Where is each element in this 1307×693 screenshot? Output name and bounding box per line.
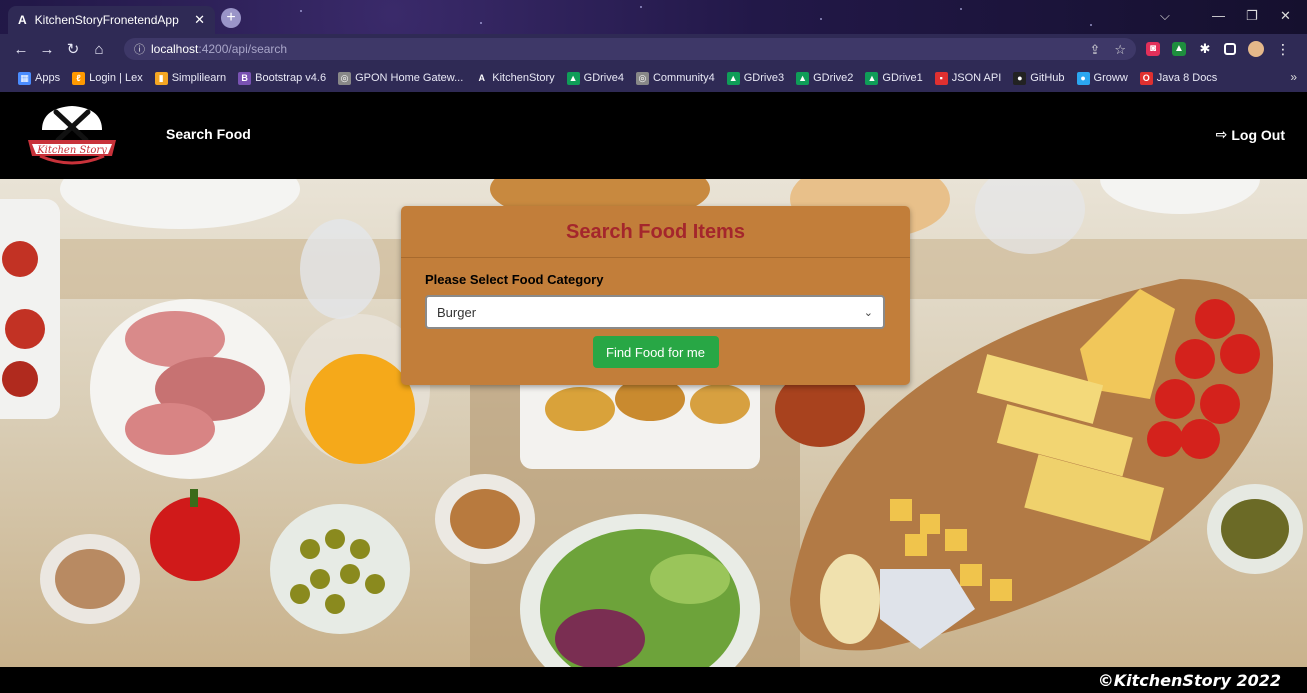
bookmark-label: KitchenStory: [492, 72, 555, 84]
bookmark-label: Groww: [1093, 72, 1128, 84]
app-footer: ©KitchenStory 2022: [0, 667, 1307, 693]
bookmark-item[interactable]: ▪ JSON API: [934, 71, 1002, 85]
bookmark-item[interactable]: ▲ GDrive1: [865, 71, 923, 85]
profile-avatar[interactable]: [1248, 41, 1264, 57]
star-decoration: [960, 8, 962, 10]
bootstrap-icon: B: [238, 71, 252, 85]
bookmark-item[interactable]: ● Groww: [1076, 71, 1128, 85]
github-icon: ●: [1013, 71, 1027, 85]
find-food-button[interactable]: Find Food for me: [592, 336, 719, 368]
star-decoration: [1090, 24, 1092, 26]
gdrive-icon: ▲: [796, 71, 810, 85]
globe-icon: ◎: [338, 71, 352, 85]
logout-label: Log Out: [1231, 126, 1285, 143]
bookmark-label: Simplilearn: [171, 72, 227, 84]
browser-toolbar: ← → ↻ ⌂ ⓘ localhost :4200/api/search ⇪ ☆…: [0, 34, 1307, 64]
browser-title-bar: A KitchenStoryFronetendApp ✕ + ⌵ — ❐ ✕: [0, 0, 1307, 34]
star-decoration: [300, 10, 302, 12]
bookmark-label: JSON API: [951, 72, 1002, 84]
bookmark-item[interactable]: ▮ Simplilearn: [154, 71, 227, 85]
gdrive-icon: ▲: [865, 71, 879, 85]
bookmark-label: GitHub: [1030, 72, 1065, 84]
tab-favicon-icon: A: [18, 13, 27, 27]
address-bar[interactable]: ⓘ localhost :4200/api/search ⇪ ☆: [124, 38, 1136, 60]
bookmark-item[interactable]: B Bootstrap v4.6: [238, 71, 327, 85]
kitchenstory-icon: A: [475, 71, 489, 85]
bookmark-item[interactable]: ▦ Apps: [18, 71, 61, 85]
browser-tab[interactable]: A KitchenStoryFronetendApp ✕: [8, 6, 215, 34]
nav-search-food-link[interactable]: Search Food: [166, 126, 251, 142]
bookmark-label: GDrive2: [813, 72, 854, 84]
tab-title: KitchenStoryFronetendApp: [34, 13, 179, 27]
bookmark-label: Apps: [35, 72, 61, 84]
bookmark-label: Bootstrap v4.6: [255, 72, 327, 84]
bookmark-label: GDrive1: [882, 72, 923, 84]
forward-icon[interactable]: →: [34, 41, 60, 58]
card-body: Please Select Food Category Burger ⌄ Fin…: [401, 258, 910, 368]
pocket-extension-icon[interactable]: ◙: [1146, 42, 1160, 56]
json-api-icon: ▪: [934, 71, 948, 85]
logout-icon: ⇨: [1215, 126, 1228, 142]
menu-kebab-icon[interactable]: ⋮: [1276, 42, 1290, 56]
home-icon[interactable]: ⌂: [86, 41, 112, 58]
close-window-icon[interactable]: ✕: [1280, 8, 1291, 24]
bookmark-item[interactable]: ◎ GPON Home Gatew...: [338, 71, 464, 85]
bookmark-item[interactable]: ▲ GDrive4: [566, 71, 624, 85]
apps-grid-icon: ▦: [18, 71, 31, 85]
groww-icon: ●: [1076, 71, 1090, 85]
search-food-card: Search Food Items Please Select Food Cat…: [401, 206, 910, 385]
oracle-icon: O: [1139, 71, 1153, 85]
extensions-puzzle-icon[interactable]: ✱: [1198, 42, 1212, 56]
selected-category: Burger: [437, 304, 477, 320]
chevron-down-icon: ⌄: [863, 306, 873, 319]
logout-link[interactable]: ⇨ Log Out: [1216, 126, 1285, 143]
gdrive-extension-icon[interactable]: ▲: [1172, 42, 1186, 56]
side-panel-icon[interactable]: [1224, 43, 1236, 55]
new-tab-icon[interactable]: +: [221, 8, 241, 28]
bookmark-label: Java 8 Docs: [1156, 72, 1218, 84]
minimize-icon[interactable]: —: [1212, 8, 1225, 23]
bookmarks-bar: ▦ Apps ℓ Login | Lex ▮ Simplilearn B Bootstrap …: [0, 64, 1307, 92]
reload-icon[interactable]: ↻: [60, 40, 86, 58]
app-header: Kitchen Story Search Food ⇨ Log Out: [0, 92, 1307, 179]
share-icon[interactable]: ⇪: [1089, 42, 1100, 58]
bookmark-item[interactable]: A KitchenStory: [475, 71, 555, 85]
bookmark-item[interactable]: ▲ GDrive2: [796, 71, 854, 85]
tab-search-icon[interactable]: ⌵: [1160, 8, 1170, 24]
bookmark-label: Community4: [652, 72, 715, 84]
bookmark-item[interactable]: ▲ GDrive3: [726, 71, 785, 85]
url-host: localhost: [151, 42, 199, 56]
star-decoration: [640, 6, 642, 8]
food-category-select[interactable]: Burger ⌄: [425, 295, 885, 329]
card-title: Search Food Items: [401, 206, 910, 258]
bookmark-item[interactable]: ● GitHub: [1013, 71, 1065, 85]
globe-icon: ◎: [635, 71, 649, 85]
kitchen-story-logo[interactable]: Kitchen Story: [22, 100, 122, 172]
more-bookmarks-icon[interactable]: »: [1290, 70, 1297, 84]
simplilearn-icon: ▮: [154, 71, 168, 85]
gdrive-icon: ▲: [726, 71, 740, 85]
bookmark-label: GDrive4: [583, 72, 624, 84]
bookmark-item[interactable]: ℓ Login | Lex: [72, 71, 143, 85]
bookmark-label: Login | Lex: [89, 72, 143, 84]
lex-icon: ℓ: [72, 71, 86, 85]
star-decoration: [480, 22, 482, 24]
bookmark-item[interactable]: ◎ Community4: [635, 71, 715, 85]
star-decoration: [820, 18, 822, 20]
copyright-text: ©KitchenStory 2022: [1097, 671, 1281, 690]
bookmark-star-icon[interactable]: ☆: [1114, 42, 1126, 58]
url-path: :4200/api/search: [198, 42, 288, 56]
bookmark-item[interactable]: O Java 8 Docs: [1139, 71, 1218, 85]
info-icon[interactable]: ⓘ: [134, 41, 145, 57]
close-tab-icon[interactable]: ✕: [194, 12, 205, 28]
restore-icon[interactable]: ❐: [1246, 8, 1258, 24]
bookmark-label: GDrive3: [743, 72, 785, 84]
gdrive-icon: ▲: [566, 71, 580, 85]
back-icon[interactable]: ←: [8, 41, 34, 58]
food-category-label: Please Select Food Category: [425, 272, 604, 287]
bookmark-label: GPON Home Gatew...: [355, 72, 464, 84]
logo-text: Kitchen Story: [36, 145, 107, 156]
